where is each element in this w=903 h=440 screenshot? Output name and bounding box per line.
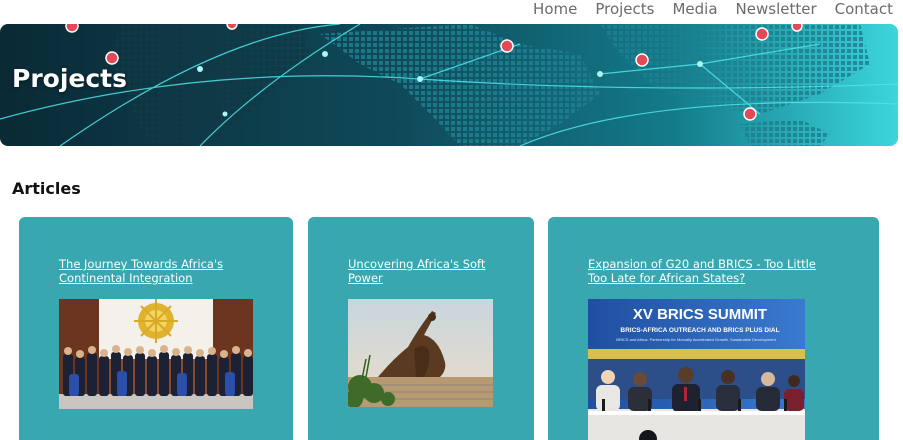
nav-home[interactable]: Home (533, 0, 577, 20)
brics-subline: BRICS-AFRICA OUTREACH AND BRICS PLUS DIA… (620, 327, 779, 334)
article-link[interactable]: Uncovering Africa's Soft Power (348, 257, 498, 285)
nav-newsletter[interactable]: Newsletter (736, 0, 817, 20)
hero-banner: Projects (0, 24, 898, 146)
article-card-continental-integration: The Journey Towards Africa's Continental… (19, 217, 293, 440)
article-image[interactable] (348, 299, 493, 407)
nav-media[interactable]: Media (672, 0, 717, 20)
articles-heading: Articles (12, 179, 81, 198)
brics-tagline: BRICS and Africa: Partnership for Mutual… (616, 337, 776, 342)
nav-contact[interactable]: Contact (835, 0, 893, 20)
world-network-map-image (0, 24, 898, 146)
article-card-soft-power: Uncovering Africa's Soft Power (308, 217, 534, 440)
article-image[interactable] (59, 299, 253, 409)
article-image[interactable]: XV BRICS SUMMIT BRICS-AFRICA OUTREACH AN… (588, 299, 805, 440)
nav-projects[interactable]: Projects (595, 0, 654, 20)
article-link[interactable]: The Journey Towards Africa's Continental… (59, 257, 249, 285)
article-link[interactable]: Expansion of G20 and BRICS - Too Little … (588, 257, 838, 285)
article-card-g20-brics: Expansion of G20 and BRICS - Too Little … (548, 217, 879, 440)
top-nav: Home Projects Media Newsletter Contact (533, 0, 893, 20)
brics-headline: XV BRICS SUMMIT (633, 306, 767, 323)
page-title: Projects (12, 64, 128, 93)
